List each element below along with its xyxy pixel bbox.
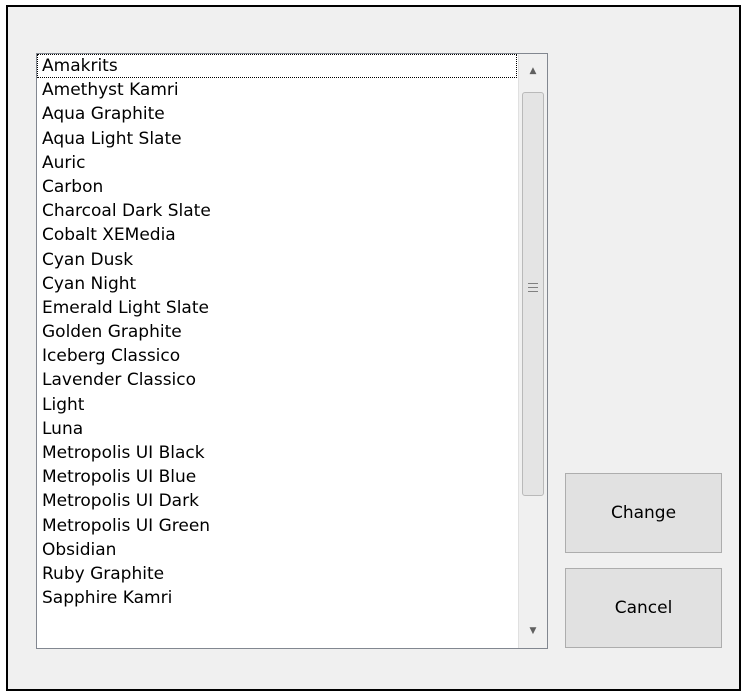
vertical-scrollbar[interactable]: ▲ ▼: [518, 54, 547, 648]
list-item[interactable]: Ruby Graphite: [37, 562, 517, 586]
grip-lines-icon: [528, 283, 538, 292]
list-item[interactable]: Metropolis UI Black: [37, 441, 517, 465]
theme-list-items: Amakrits Amethyst Kamri Aqua Graphite Aq…: [37, 54, 517, 648]
list-item[interactable]: Charcoal Dark Slate: [37, 199, 517, 223]
scroll-up-arrow-icon[interactable]: ▲: [519, 54, 547, 88]
list-item[interactable]: Cyan Night: [37, 272, 517, 296]
list-item[interactable]: Obsidian: [37, 538, 517, 562]
list-item[interactable]: Carbon: [37, 175, 517, 199]
list-item[interactable]: Metropolis UI Green: [37, 514, 517, 538]
scrollbar-thumb[interactable]: [522, 92, 544, 496]
list-item[interactable]: Auric: [37, 151, 517, 175]
list-item[interactable]: Amethyst Kamri: [37, 78, 517, 102]
cancel-button[interactable]: Cancel: [565, 568, 722, 648]
list-item[interactable]: Metropolis UI Dark: [37, 489, 517, 513]
list-item[interactable]: Golden Graphite: [37, 320, 517, 344]
list-item[interactable]: Aqua Light Slate: [37, 127, 517, 151]
list-item[interactable]: Luna: [37, 417, 517, 441]
list-item[interactable]: Light: [37, 393, 517, 417]
theme-dialog: Amakrits Amethyst Kamri Aqua Graphite Aq…: [6, 5, 741, 691]
list-item[interactable]: Sapphire Kamri: [37, 586, 517, 610]
list-item[interactable]: Iceberg Classico: [37, 344, 517, 368]
list-item[interactable]: Lavender Classico: [37, 368, 517, 392]
list-item[interactable]: Cobalt XEMedia: [37, 223, 517, 247]
list-item[interactable]: Metropolis UI Blue: [37, 465, 517, 489]
list-item[interactable]: Cyan Dusk: [37, 248, 517, 272]
list-item[interactable]: Emerald Light Slate: [37, 296, 517, 320]
list-item[interactable]: Amakrits: [37, 54, 517, 79]
list-item[interactable]: Aqua Graphite: [37, 102, 517, 126]
scroll-down-arrow-icon[interactable]: ▼: [519, 614, 547, 648]
theme-listbox[interactable]: Amakrits Amethyst Kamri Aqua Graphite Aq…: [36, 53, 548, 649]
change-button[interactable]: Change: [565, 473, 722, 553]
